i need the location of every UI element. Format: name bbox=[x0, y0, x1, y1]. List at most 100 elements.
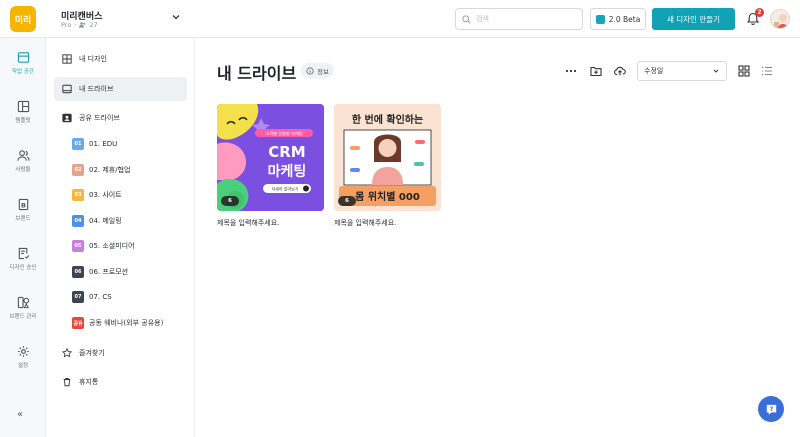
grid-view-icon bbox=[738, 65, 750, 77]
folder-item[interactable]: 06 06. 프로모션 bbox=[72, 265, 128, 279]
folder-label: 06. 프로모션 bbox=[89, 268, 129, 276]
rail-item-brand[interactable]: B 브랜드 bbox=[0, 198, 46, 222]
rail-item-template[interactable]: 템플릿 bbox=[0, 100, 46, 124]
folder-badge: 05 bbox=[72, 240, 84, 252]
info-icon bbox=[306, 66, 314, 75]
folder-badge: 04 bbox=[72, 215, 84, 227]
beta-button[interactable]: 2.0 Beta bbox=[590, 8, 646, 30]
folder-label: 공동 웨비나(외부 공유용) bbox=[89, 319, 164, 327]
folder-badge: 공유 bbox=[72, 317, 84, 329]
trash-icon bbox=[63, 378, 71, 387]
thumb-heading-line1: CRM bbox=[268, 143, 306, 161]
list-view-icon bbox=[762, 66, 772, 76]
thumb-heading-top: 한 번에 확인하는 bbox=[352, 113, 423, 126]
separator: · bbox=[74, 21, 77, 29]
folder-label: 01. EDU bbox=[89, 140, 118, 148]
design-thumbnail[interactable]: 고객별 맞춤형 마케팅 CRM 마케팅 자세히 알아보기 6 bbox=[217, 104, 324, 211]
sidebar-item-trash[interactable]: 휴지통 bbox=[54, 370, 187, 394]
rail-label: 템플릿 bbox=[15, 118, 31, 124]
sidebar-item-label: 휴지통 bbox=[79, 378, 99, 386]
folder-badge: 03 bbox=[72, 189, 84, 201]
settings-icon bbox=[17, 346, 29, 357]
design-card[interactable]: 한 번에 확인하는 몸 위치별 000 6 제목을 입력해주세요. bbox=[334, 104, 441, 228]
search-icon bbox=[462, 14, 471, 24]
design-thumbnail[interactable]: 한 번에 확인하는 몸 위치별 000 6 bbox=[334, 104, 441, 211]
rail-item-people[interactable]: 사람들 bbox=[0, 149, 46, 173]
design-title[interactable]: 제목을 입력해주세요. bbox=[334, 218, 441, 228]
beta-label: 2.0 Beta bbox=[608, 14, 641, 24]
folder-item[interactable]: 07 07. CS bbox=[72, 290, 112, 304]
sort-value: 수정일 bbox=[644, 67, 664, 75]
search-input[interactable] bbox=[476, 15, 576, 23]
workspace-icon bbox=[17, 52, 29, 63]
folder-label: 03. 사이트 bbox=[89, 191, 122, 199]
folder-badge: 02 bbox=[72, 164, 84, 176]
star-icon bbox=[62, 348, 72, 358]
folder-item[interactable]: 01 01. EDU bbox=[72, 137, 117, 151]
user-avatar[interactable] bbox=[770, 9, 790, 29]
chevron-down-icon bbox=[713, 69, 719, 73]
sidebar-item-shared-drive[interactable]: 공유 드라이브 bbox=[54, 106, 187, 130]
rail-label: 디자인 승인 bbox=[9, 265, 37, 271]
info-label: 정보 bbox=[317, 67, 329, 76]
new-design-button[interactable]: 새 디자인 만들기 bbox=[652, 8, 735, 30]
workspace-logo[interactable]: 미리 bbox=[10, 6, 36, 32]
left-rail: 작업 공간 템플릿 사람들 B 브랜드 디자인 승인 브랜드 관리 설정 « bbox=[0, 38, 46, 437]
collapse-rail-button[interactable]: « bbox=[17, 409, 23, 420]
drive-icon bbox=[62, 84, 72, 94]
help-button[interactable]: ? bbox=[758, 396, 784, 422]
design-card[interactable]: 고객별 맞춤형 마케팅 CRM 마케팅 자세히 알아보기 6 제목을 입력해주세… bbox=[217, 104, 324, 228]
rail-label: 브랜드 bbox=[15, 216, 31, 222]
info-button[interactable]: 정보 bbox=[301, 63, 334, 78]
folder-badge: 07 bbox=[72, 291, 84, 303]
workspace-meta: Pro · 27 bbox=[61, 21, 98, 29]
chevron-down-icon[interactable] bbox=[170, 11, 182, 23]
folder-item[interactable]: 04 04. 메일링 bbox=[72, 214, 122, 228]
grid-layout-icon bbox=[62, 54, 72, 64]
new-folder-button[interactable] bbox=[589, 64, 603, 78]
thumb-subtitle: 고객별 맞춤형 마케팅 bbox=[265, 130, 302, 137]
rail-label: 설정 bbox=[17, 363, 29, 369]
folder-item[interactable]: 05 05. 소셜미디어 bbox=[72, 239, 135, 253]
shared-drive-icon bbox=[62, 113, 72, 123]
cloud-upload-icon bbox=[614, 66, 626, 76]
search-box[interactable] bbox=[455, 8, 583, 30]
rail-item-settings[interactable]: 설정 bbox=[0, 345, 46, 369]
folder-plus-icon bbox=[590, 66, 602, 77]
page-count-badge: 6 bbox=[338, 196, 356, 206]
list-view-button[interactable] bbox=[760, 64, 774, 78]
upload-button[interactable] bbox=[613, 64, 627, 78]
sidebar-item-label: 공유 드라이브 bbox=[79, 114, 120, 122]
folder-item[interactable]: 03 03. 사이트 bbox=[72, 188, 122, 202]
more-horizontal-icon bbox=[565, 69, 577, 73]
sidebar-item-my-design[interactable]: 내 디자인 bbox=[54, 47, 187, 71]
sidebar-item-label: 내 드라이브 bbox=[79, 85, 114, 93]
sidebar: 내 디자인 내 드라이브 공유 드라이브 01 01. EDU 02 02. 제… bbox=[46, 38, 195, 437]
brand-manage-icon bbox=[17, 296, 29, 309]
grid-view-button[interactable] bbox=[737, 64, 751, 78]
top-bar: 미리 미리캔버스 Pro · 27 2.0 Beta 새 디자인 만들기 2 bbox=[0, 0, 800, 38]
folder-item[interactable]: 공유 공동 웨비나(외부 공유용) bbox=[72, 316, 163, 330]
workspace-plan: Pro bbox=[61, 21, 72, 29]
rail-item-approval[interactable]: 디자인 승인 bbox=[0, 247, 46, 271]
rail-label: 브랜드 관리 bbox=[9, 314, 37, 320]
rail-item-brand-manage[interactable]: 브랜드 관리 bbox=[0, 296, 46, 320]
members-icon bbox=[79, 22, 86, 28]
rail-item-workspace[interactable]: 작업 공간 bbox=[0, 51, 46, 75]
thumbnail-artwork: 고객별 맞춤형 마케팅 CRM 마케팅 자세히 알아보기 bbox=[217, 104, 324, 211]
folder-label: 05. 소셜미디어 bbox=[89, 242, 135, 250]
more-options-button[interactable] bbox=[564, 64, 578, 78]
sidebar-item-my-drive[interactable]: 내 드라이브 bbox=[54, 77, 187, 101]
thumb-heading-line2: 마케팅 bbox=[268, 163, 307, 180]
sort-select[interactable]: 수정일 bbox=[637, 61, 727, 81]
member-count: 27 bbox=[89, 21, 98, 29]
svg-text:?: ? bbox=[769, 405, 773, 413]
thumb-heading-bottom: 몸 위치별 000 bbox=[355, 190, 420, 203]
sidebar-item-favorites[interactable]: 즐겨찾기 bbox=[54, 341, 187, 365]
sidebar-item-label: 즐겨찾기 bbox=[79, 349, 105, 357]
folder-item[interactable]: 02 02. 제휴/협업 bbox=[72, 163, 130, 177]
sidebar-item-label: 내 디자인 bbox=[79, 55, 107, 63]
design-title[interactable]: 제목을 입력해주세요. bbox=[217, 218, 324, 228]
rail-label: 사람들 bbox=[15, 167, 31, 173]
notification-badge: 2 bbox=[755, 8, 764, 17]
